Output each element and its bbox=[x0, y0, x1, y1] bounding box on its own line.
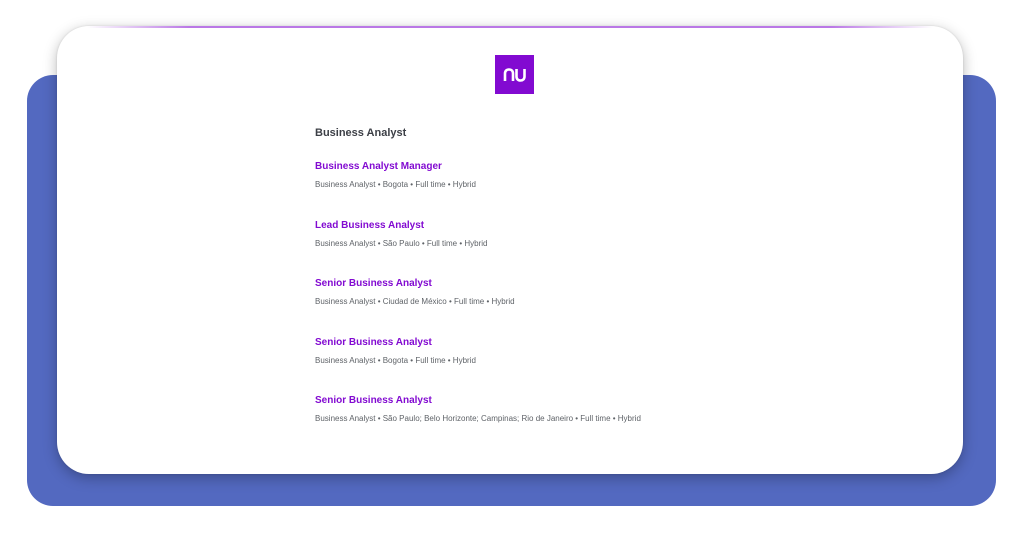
job-meta: Business Analyst • Ciudad de México • Fu… bbox=[315, 297, 515, 306]
job-meta: Business Analyst • São Paulo; Belo Horiz… bbox=[315, 414, 641, 423]
job-title-link[interactable]: Business Analyst Manager bbox=[315, 161, 476, 173]
job-title-link[interactable]: Senior Business Analyst bbox=[315, 278, 515, 290]
job-listing-item[interactable]: Senior Business Analyst Business Analyst… bbox=[315, 337, 476, 366]
job-meta: Business Analyst • Bogota • Full time • … bbox=[315, 356, 476, 365]
job-listing-item[interactable]: Business Analyst Manager Business Analys… bbox=[315, 161, 476, 190]
job-list-section: Business Analyst Business Analyst Manage… bbox=[315, 126, 915, 423]
page: Business Analyst Business Analyst Manage… bbox=[0, 0, 1024, 536]
job-meta: Business Analyst • São Paulo • Full time… bbox=[315, 239, 488, 248]
nu-logo-icon bbox=[503, 67, 526, 82]
job-listing-item[interactable]: Senior Business Analyst Business Analyst… bbox=[315, 395, 641, 424]
job-listing-item[interactable]: Senior Business Analyst Business Analyst… bbox=[315, 278, 515, 307]
job-title-link[interactable]: Senior Business Analyst bbox=[315, 337, 476, 349]
careers-card: Business Analyst Business Analyst Manage… bbox=[57, 26, 963, 474]
nubank-logo[interactable] bbox=[495, 55, 534, 94]
job-meta: Business Analyst • Bogota • Full time • … bbox=[315, 180, 476, 189]
job-title-link[interactable]: Lead Business Analyst bbox=[315, 220, 487, 232]
section-heading: Business Analyst bbox=[315, 127, 407, 139]
job-listing-item[interactable]: Lead Business Analyst Business Analyst •… bbox=[315, 220, 487, 249]
card-accent-line bbox=[87, 26, 933, 28]
job-title-link[interactable]: Senior Business Analyst bbox=[315, 395, 641, 407]
